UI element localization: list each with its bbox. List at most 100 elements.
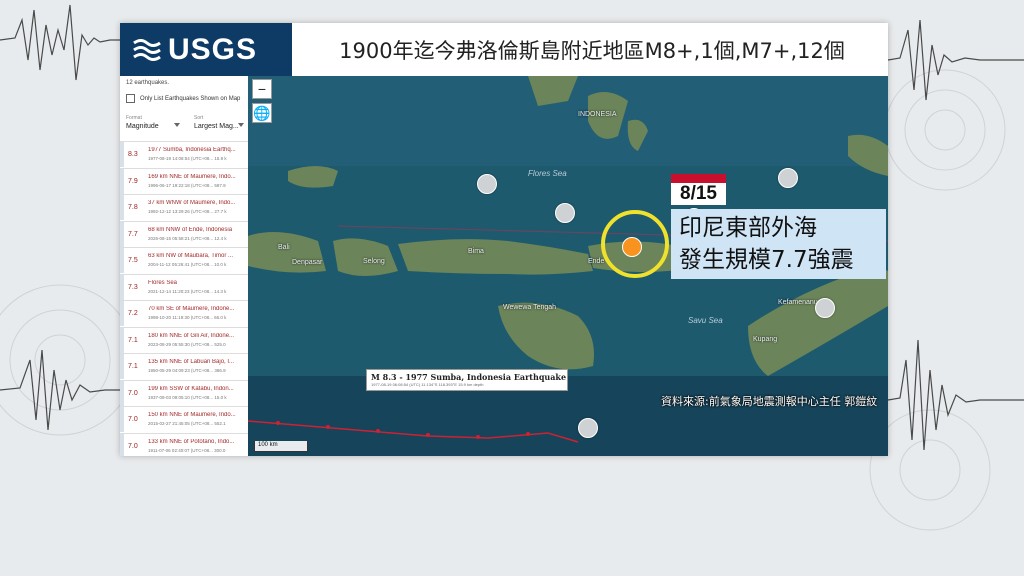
zoom-out-button[interactable]: − (252, 79, 272, 99)
earthquake-title: 180 km NNE of Gili Air, Indone... (148, 332, 235, 339)
magnitude-bar (120, 195, 124, 220)
earthquake-magnitude: 7.1 (128, 336, 138, 344)
earthquake-magnitude: 7.0 (128, 389, 138, 397)
globe-icon[interactable]: 🌐 (252, 103, 272, 123)
earthquake-magnitude: 7.8 (128, 204, 138, 211)
earthquake-title: 68 km NNW of Ende, Indonesia (148, 226, 233, 233)
earthquake-detail: 1937-09-03 09:05:10 (UTC+08... 15.0 k (148, 394, 227, 400)
magnitude-bar (120, 221, 124, 247)
earthquake-marker[interactable] (477, 174, 497, 194)
only-list-toggle[interactable]: Only List Earthquakes Shown on Map (126, 94, 240, 103)
earthquake-list-item[interactable]: 7.5 63 km NW of Maubara, Timor ... 2004-11… (120, 247, 248, 274)
earthquake-detail: 1998-10-20 11:19:30 (UTC+08... 66.0 k (148, 315, 227, 320)
news-headline: 1900年迄今弗洛倫斯島附近地區M8+,1個,M7+,12個 (339, 38, 845, 63)
earthquake-magnitude: 7.7 (128, 230, 138, 238)
popup-detail: 1977-08-19 06:08:54 (UTC) 11.134°S 118.3… (371, 382, 484, 387)
usgs-logo[interactable]: USGS (120, 23, 292, 76)
caption-line-2: 發生規模7.7強震 (679, 247, 854, 273)
earthquake-magnitude: 7.2 (128, 310, 138, 317)
date-tag: 8/15 (671, 174, 726, 205)
earthquake-count: 12 earthquakes. (126, 80, 170, 86)
sort-select[interactable]: Sort Largest Mag... (194, 115, 244, 130)
header: USGS 1900年迄今弗洛倫斯島附近地區M8+,1個,M7+,12個 (120, 23, 888, 76)
label-sumba: Wewewa Tengah (503, 304, 557, 311)
earthquake-title: 135 km NNE of Labuan Bajo, I... (148, 359, 235, 365)
earthquake-title: 63 km NW of Maubara, Timor ... (148, 253, 234, 259)
earthquake-title: 1977 Sumba, Indonesia Earthq... (148, 147, 236, 153)
earthquake-list-item[interactable]: 7.8 37 km WNW of Maumere, Indo... 1992-12-… (120, 194, 248, 221)
earthquake-marker[interactable] (778, 168, 798, 188)
label-kupang: Kupang (753, 336, 778, 343)
earthquake-detail: 2026-08-15 05:58:21 (UTC+08... 12.4 k (148, 235, 227, 241)
earthquake-list-item[interactable]: 7.7 68 km NNW of Ende, Indonesia 2026-08-1… (120, 220, 248, 248)
earthquake-marker[interactable] (555, 203, 575, 223)
popup-title: M 8.3 - 1977 Sumba, Indonesia Earthquake (371, 372, 567, 382)
earthquake-list-item[interactable]: 7.1 180 km NNE of Gili Air, Indone... 2023… (120, 326, 248, 354)
scale-label: 100 km (258, 442, 278, 448)
earthquake-list-panel: 12 earthquakes. Only List Earthquakes Sh… (120, 76, 249, 456)
label-bima: Bima (468, 248, 484, 255)
date-value: 8/15 (671, 183, 726, 205)
format-label: Format (126, 115, 142, 121)
earthquake-detail: 1996-06-17 19:22:18 (UTC+08... 587.9 (148, 182, 226, 188)
source-credit: 資料來源:前氣象局地震測報中心主任 郭鎧紋 (661, 395, 878, 408)
earthquake-title: 133 km NNE of Pototano, Indo... (148, 438, 235, 445)
earthquake-marker[interactable] (815, 298, 835, 318)
sort-value: Largest Mag... (194, 123, 239, 130)
earthquake-list-item[interactable]: 7.3 Flores Sea 2021-12-14 11:20:23 (UTC+08… (120, 273, 248, 301)
caret-down-icon (238, 123, 244, 127)
caption-line-1: 印尼東部外海 (679, 215, 817, 241)
scale-bar: 100 km (254, 441, 308, 452)
only-list-label: Only List Earthquakes Shown on Map (140, 95, 241, 102)
earthquake-list: 8.3 1977 Sumba, Indonesia Earthq... 1977-0… (120, 141, 248, 456)
earthquake-detail: 2015-02-27 21:45:05 (UTC+08... 552.1 (148, 421, 226, 426)
earthquake-list-item[interactable]: 7.2 70 km SE of Maumere, Indone... 1998-10… (120, 300, 248, 327)
magnitude-bar (120, 168, 124, 194)
earthquake-title: 70 km SE of Maumere, Indone... (148, 306, 235, 312)
magnitude-bar (120, 274, 124, 300)
magnitude-bar (120, 433, 124, 456)
label-ende: Ende (588, 258, 605, 265)
magnitude-bar (120, 407, 124, 432)
news-caption: 印尼東部外海 發生規模7.7強震 (671, 209, 886, 279)
earthquake-title: Flores Sea (148, 279, 178, 286)
magnitude-bar (120, 380, 124, 406)
earthquake-magnitude: 7.0 (128, 416, 138, 423)
earthquake-detail: 1950-05-29 04:09:23 (UTC+08... 386.9 (148, 368, 226, 373)
earthquake-list-item[interactable]: 7.0 150 km NNE of Maumere, Indo... 2015-02… (120, 406, 248, 433)
label-selong: Selong (363, 258, 385, 265)
earthquake-detail: 1992-12-12 13:29:26 (UTC+08... 27.7 k (148, 209, 227, 214)
format-select[interactable]: Format Magnitude (126, 115, 180, 130)
sort-label: Sort (194, 115, 204, 121)
earthquake-marker[interactable] (578, 418, 598, 438)
label-bali: Bali (278, 244, 290, 251)
earthquake-detail: 2021-12-14 11:20:23 (UTC+08... 14.3 k (148, 288, 227, 294)
usgs-logo-text: USGS (168, 32, 258, 66)
earthquake-list-item[interactable]: 7.0 133 km NNE of Pototano, Indo... 1911-0… (120, 432, 248, 456)
earthquake-detail: 1911-07-06 02:40:07 (UTC+08... 300.0 (148, 447, 226, 453)
earthquake-title: 169 km NNE of Maumere, Indo... (148, 173, 236, 180)
label-savu-sea: Savu Sea (688, 316, 723, 325)
caret-down-icon (174, 123, 180, 127)
label-flores-sea: Flores Sea (528, 169, 567, 178)
earthquake-popup[interactable]: M 8.3 - 1977 Sumba, Indonesia Earthquake… (366, 369, 568, 391)
label-indonesia: INDONESIA (578, 111, 617, 118)
magnitude-bar (120, 354, 124, 379)
earthquake-detail: 1977-08-19 14:08:54 (UTC+08... 15.9 k (148, 156, 227, 161)
magnitude-bar (120, 248, 124, 273)
earthquake-magnitude: 8.3 (128, 151, 138, 158)
label-denpasar: Denpasar (292, 259, 323, 266)
earthquake-detail: 2023-08-29 05:55:30 (UTC+08... 525.0 (148, 341, 226, 347)
date-tag-bar (671, 174, 726, 183)
earthquake-list-item[interactable]: 7.9 169 km NNE of Maumere, Indo... 1996-06… (120, 167, 248, 195)
earthquake-title: 199 km SSW of Katabu, Indon... (148, 385, 234, 392)
earthquake-list-item[interactable]: 8.3 1977 Sumba, Indonesia Earthq... 1977-0… (120, 141, 248, 168)
earthquake-list-item[interactable]: 7.0 199 km SSW of Katabu, Indon... 1937-09… (120, 379, 248, 407)
only-list-checkbox[interactable] (126, 94, 135, 103)
earthquake-magnitude: 7.5 (128, 257, 138, 264)
magnitude-bar (120, 301, 124, 326)
earthquake-title: 150 km NNE of Maumere, Indo... (148, 412, 236, 418)
epicenter-marker (622, 237, 642, 257)
earthquake-list-item[interactable]: 7.1 135 km NNE of Labuan Bajo, I... 1950-0… (120, 353, 248, 380)
usgs-waves-icon (133, 38, 161, 61)
